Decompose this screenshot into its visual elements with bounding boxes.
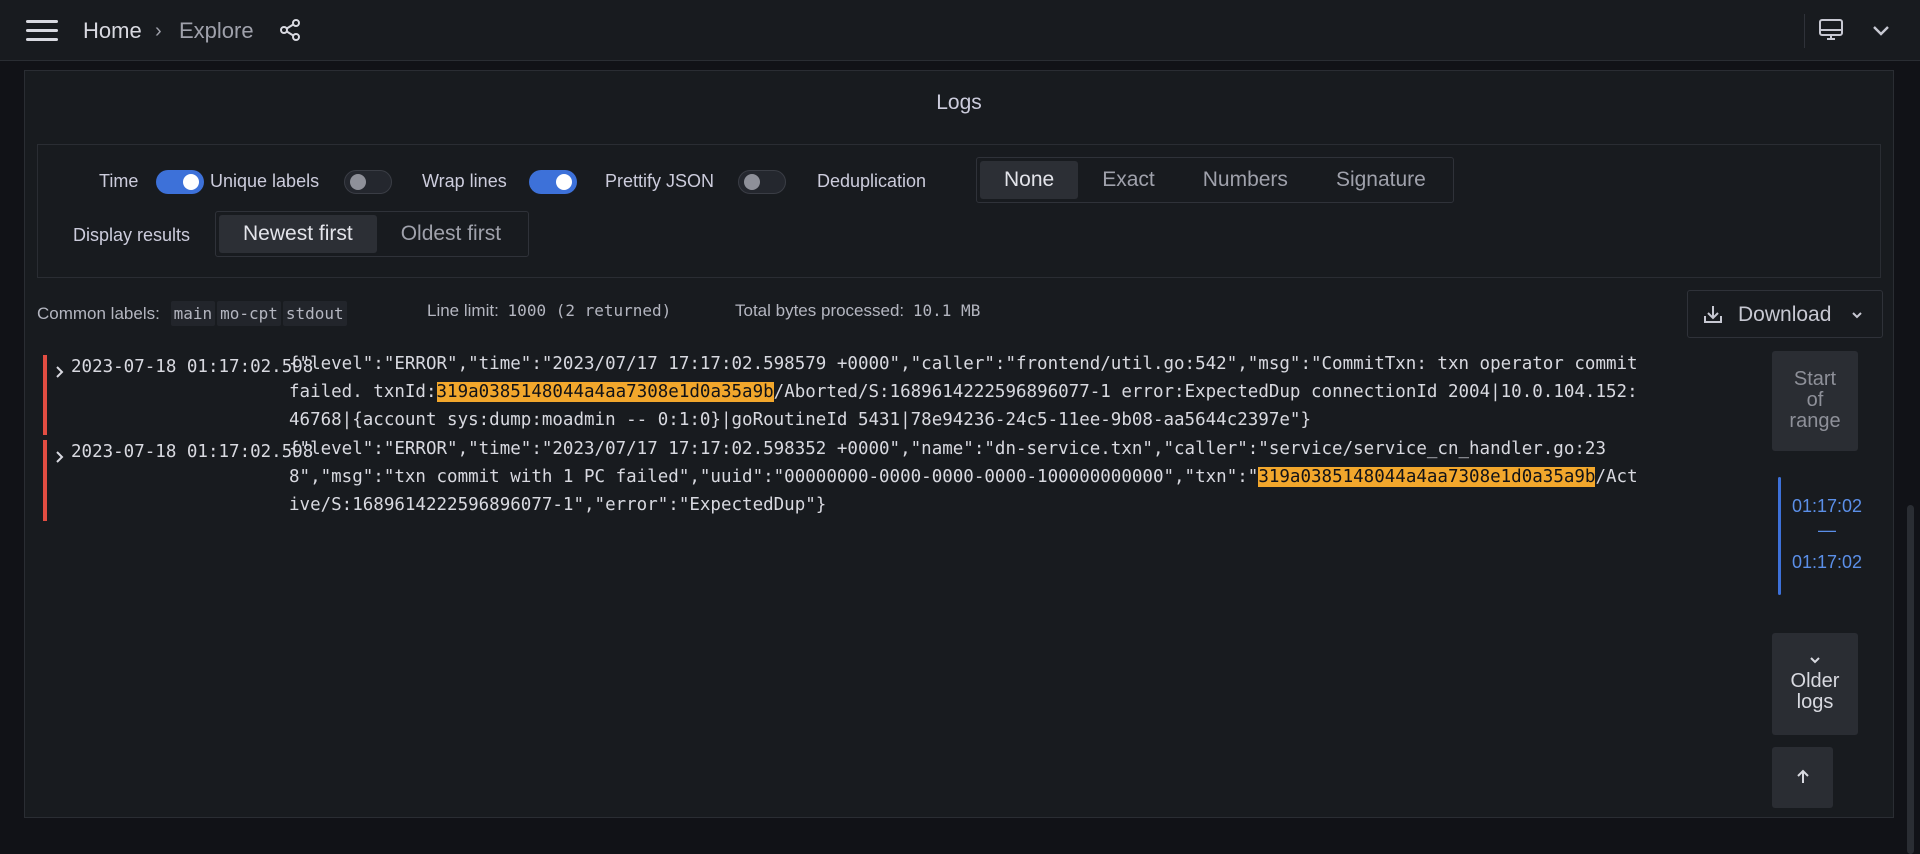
deduplication-label: Deduplication bbox=[817, 171, 927, 191]
log-message-line: failed. txnId:319a0385148044a4aa7308e1d0… bbox=[289, 378, 1638, 406]
log-timestamp: 2023-07-18 01:17:02.598 bbox=[71, 442, 314, 462]
log-timestamp: 2023-07-18 01:17:02.598 bbox=[71, 357, 314, 377]
log-message-line: 8","msg":"txn commit with 1 PC failed","… bbox=[289, 463, 1638, 491]
prettify-json-toggle[interactable] bbox=[738, 170, 786, 194]
log-level-bar bbox=[43, 355, 47, 435]
chevron-right-icon[interactable] bbox=[54, 450, 66, 464]
log-row[interactable]: 2023-07-18 01:17:02.598 {"level":"ERROR"… bbox=[43, 439, 1773, 521]
scroll-to-top-button[interactable] bbox=[1772, 747, 1833, 808]
deduplication-selector: None Exact Numbers Signature bbox=[976, 157, 1454, 203]
start-of-range-label: range bbox=[1789, 410, 1841, 432]
line-limit-value: 1000 (2 returned) bbox=[507, 301, 672, 320]
display-results-selector: Newest first Oldest first bbox=[215, 211, 530, 257]
nav-divider bbox=[1804, 14, 1805, 48]
chevron-right-icon[interactable] bbox=[54, 365, 66, 379]
unique-labels-toggle[interactable] bbox=[344, 170, 392, 194]
log-message-line: {"level":"ERROR","time":"2023/07/17 17:1… bbox=[289, 354, 1638, 374]
top-nav-bar: Home › Explore bbox=[0, 0, 1920, 61]
logs-panel: Logs Time Unique labels Wrap lines Prett… bbox=[24, 70, 1894, 818]
unique-labels-toggle-label: Unique labels bbox=[210, 171, 320, 191]
page-scrollbar[interactable] bbox=[1907, 505, 1914, 854]
dedup-signature-option[interactable]: Signature bbox=[1312, 161, 1450, 199]
older-logs-label: Older bbox=[1790, 670, 1840, 692]
log-text: failed. txnId: bbox=[289, 382, 437, 402]
bytes-processed-value: 10.1 MB bbox=[912, 301, 981, 320]
monitor-icon[interactable] bbox=[1818, 18, 1844, 42]
download-button[interactable]: Download bbox=[1687, 290, 1883, 338]
range-dash: — bbox=[1818, 520, 1836, 540]
start-of-range-label: Start bbox=[1793, 368, 1837, 390]
common-labels: Common labels: main mo-cpt stdout bbox=[37, 301, 349, 326]
menu-icon[interactable] bbox=[26, 20, 58, 42]
log-text: /Aborted/S:1689614222596896077-1 error:E… bbox=[773, 382, 1638, 402]
download-icon bbox=[1704, 306, 1722, 323]
bytes-processed-label: Total bytes processed: bbox=[735, 301, 905, 320]
chevron-down-icon[interactable] bbox=[1870, 20, 1892, 42]
common-labels-label: Common labels: bbox=[37, 304, 160, 323]
log-message-line: ive/S:1689614222596896077-1","error":"Ex… bbox=[289, 495, 827, 515]
display-results-label: Display results bbox=[73, 225, 191, 245]
log-text: /Act bbox=[1595, 467, 1638, 487]
search-highlight: 319a0385148044a4aa7308e1d0a35a9b bbox=[436, 382, 774, 402]
log-message-line: {"level":"ERROR","time":"2023/07/17 17:1… bbox=[289, 439, 1606, 459]
range-start-time[interactable]: 01:17:02 bbox=[1787, 496, 1867, 517]
newest-first-option[interactable]: Newest first bbox=[219, 215, 377, 253]
time-toggle-label: Time bbox=[99, 171, 139, 191]
oldest-first-option[interactable]: Oldest first bbox=[377, 215, 525, 253]
older-logs-button[interactable]: Older logs bbox=[1772, 633, 1858, 735]
download-label: Download bbox=[1738, 303, 1832, 326]
panel-title: Logs bbox=[936, 91, 982, 114]
breadcrumb-explore: Explore bbox=[179, 18, 254, 43]
log-row[interactable]: 2023-07-18 01:17:02.598 {"level":"ERROR"… bbox=[43, 354, 1773, 435]
start-of-range-label: of bbox=[1806, 389, 1824, 411]
dedup-exact-option[interactable]: Exact bbox=[1078, 161, 1179, 199]
label-chip: mo-cpt bbox=[217, 301, 281, 326]
older-logs-label: logs bbox=[1796, 691, 1834, 713]
breadcrumb-separator: › bbox=[155, 20, 162, 42]
log-message-line: 46768|{account sys:dump:moadmin -- 0:1:0… bbox=[289, 410, 1311, 430]
chevron-down-icon bbox=[1852, 312, 1862, 319]
time-toggle[interactable] bbox=[156, 170, 204, 194]
log-options: Time Unique labels Wrap lines Prettify J… bbox=[37, 144, 1881, 278]
start-of-range-button[interactable]: Start of range bbox=[1772, 351, 1858, 451]
wrap-lines-toggle-label: Wrap lines bbox=[422, 171, 507, 191]
wrap-lines-toggle[interactable] bbox=[529, 170, 577, 194]
bytes-processed: Total bytes processed: 10.1 MB bbox=[735, 301, 980, 321]
chevron-down-icon bbox=[1810, 657, 1820, 664]
breadcrumb-home[interactable]: Home bbox=[83, 18, 142, 44]
log-level-bar bbox=[43, 440, 47, 521]
range-end-time[interactable]: 01:17:02 bbox=[1787, 552, 1867, 573]
log-text: 8","msg":"txn commit with 1 PC failed","… bbox=[289, 467, 1259, 487]
line-limit: Line limit: 1000 (2 returned) bbox=[427, 301, 671, 321]
share-icon[interactable] bbox=[279, 19, 301, 41]
dedup-numbers-option[interactable]: Numbers bbox=[1179, 161, 1312, 199]
arrow-up-icon bbox=[1796, 769, 1809, 783]
label-chip: main bbox=[170, 301, 216, 326]
prettify-json-toggle-label: Prettify JSON bbox=[605, 171, 715, 191]
line-limit-label: Line limit: bbox=[427, 301, 499, 320]
time-range-indicator bbox=[1778, 477, 1781, 595]
search-highlight: 319a0385148044a4aa7308e1d0a35a9b bbox=[1258, 467, 1596, 487]
label-chip: stdout bbox=[282, 301, 347, 326]
dedup-none-option[interactable]: None bbox=[980, 161, 1079, 199]
